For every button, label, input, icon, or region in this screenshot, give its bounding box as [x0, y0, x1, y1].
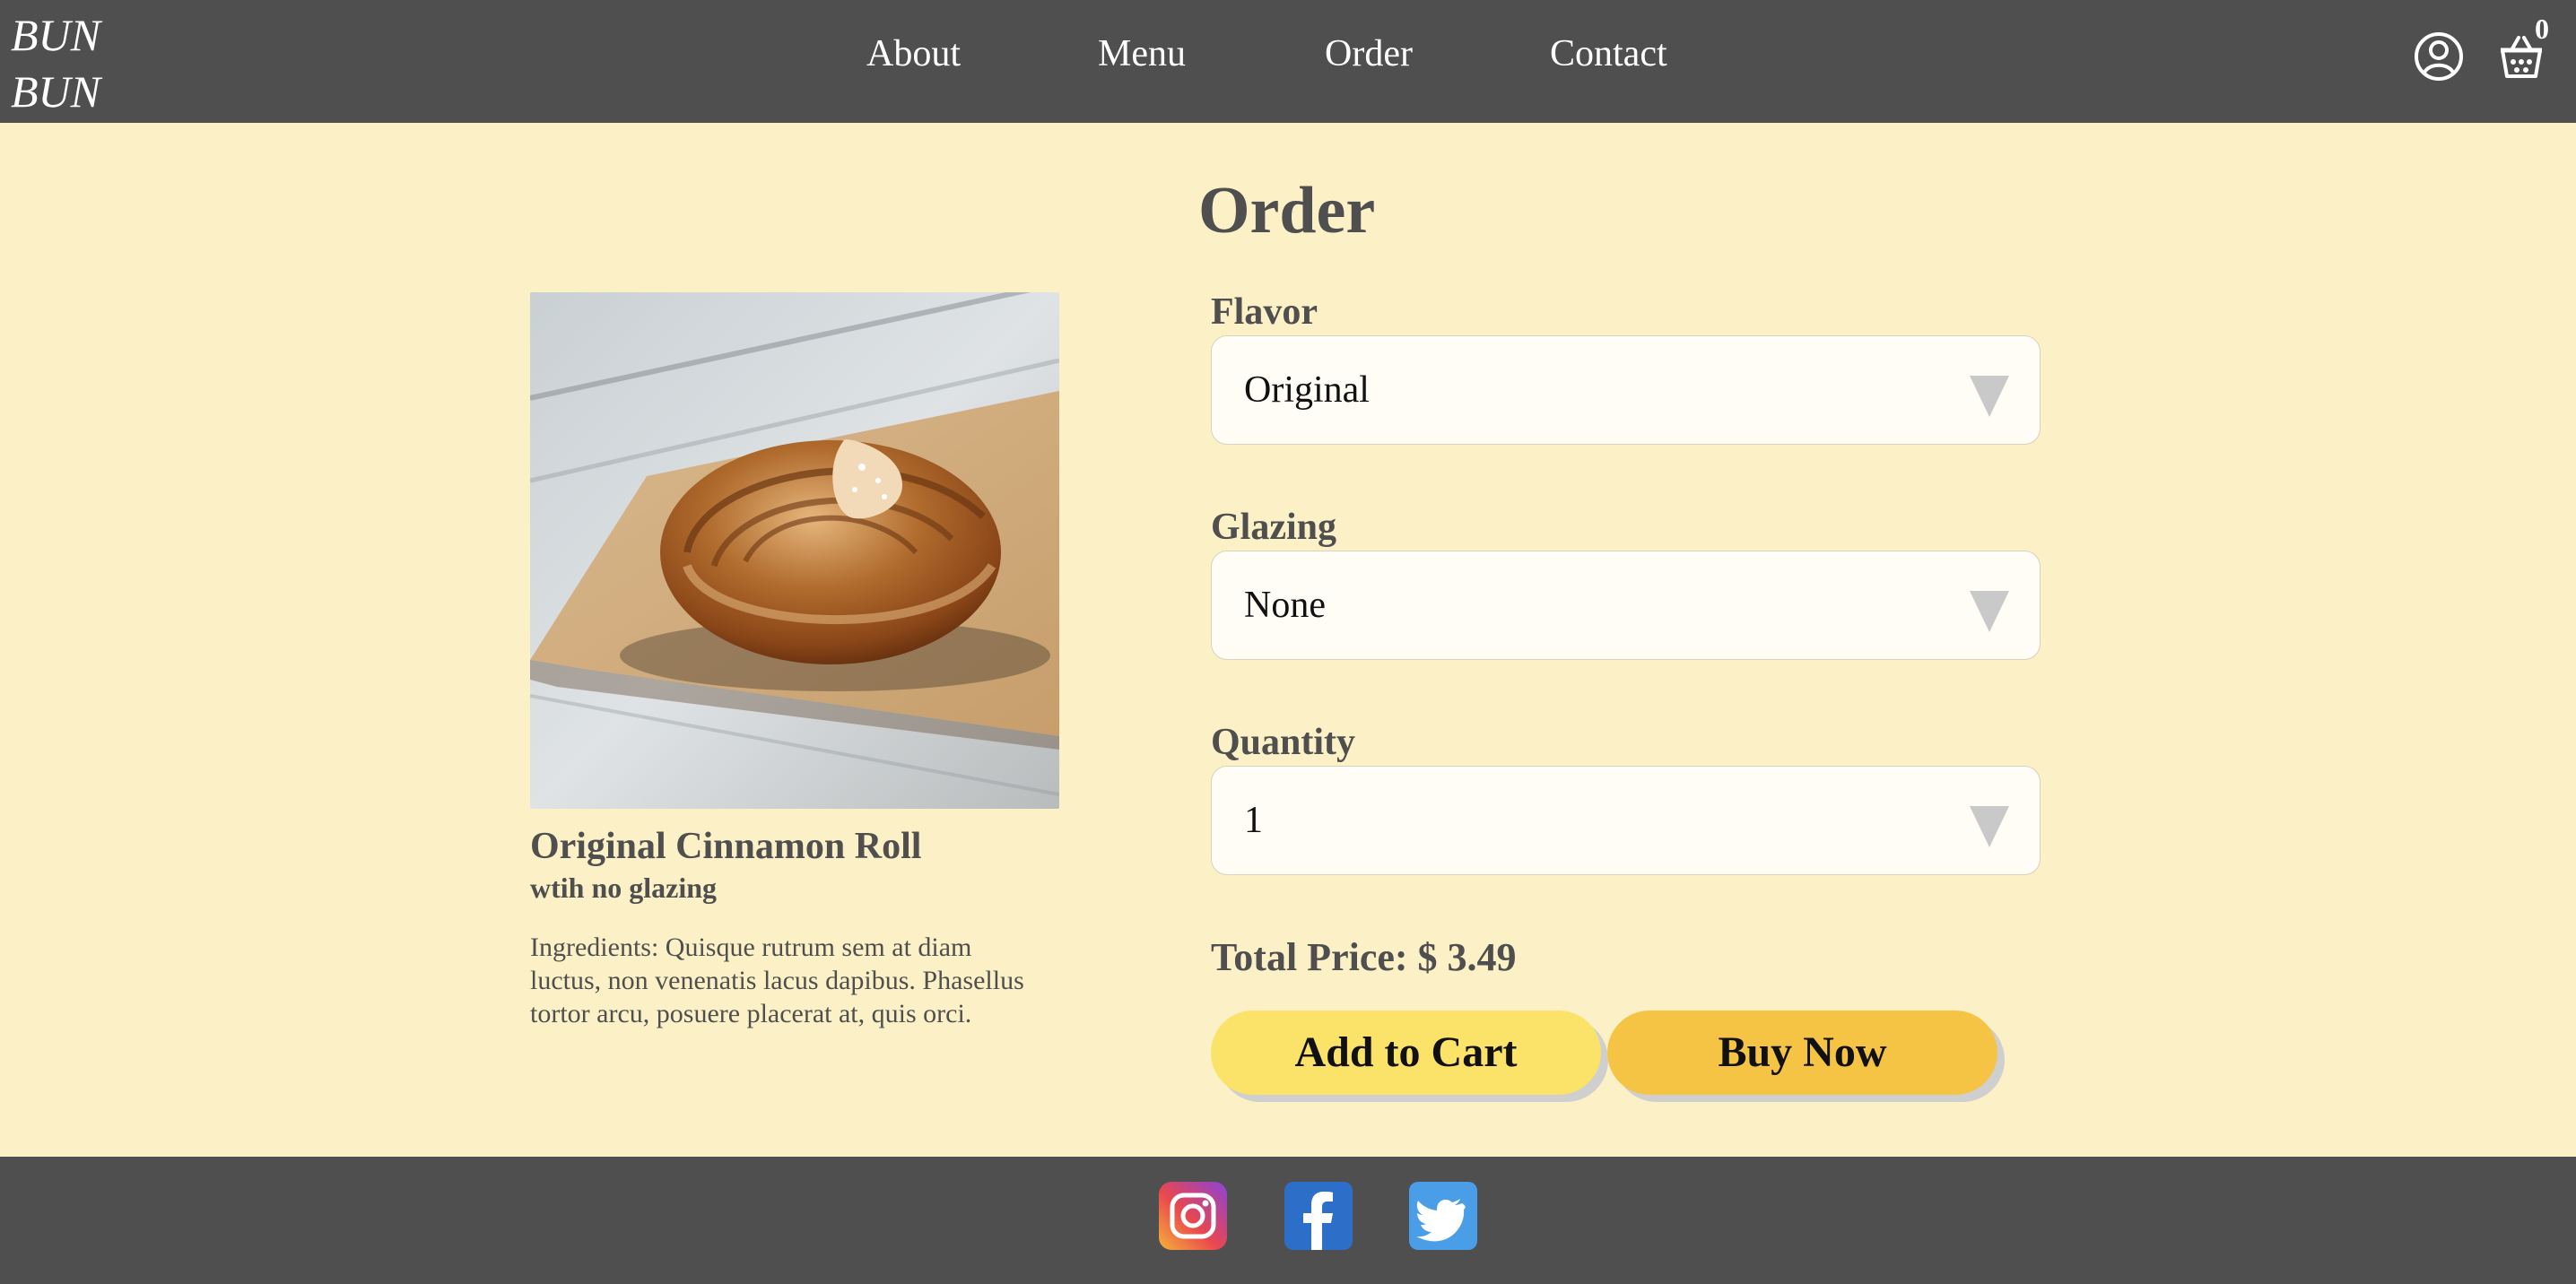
product-ingredients: Ingredients: Quisque rutrum sem at diam …	[530, 933, 1024, 1028]
flavor-label: Flavor	[1211, 291, 1318, 333]
nav-contact[interactable]: Contact	[1550, 29, 1667, 79]
chevron-down-icon	[1970, 376, 2009, 417]
add-to-cart-button[interactable]: Add to Cart	[1211, 1011, 1601, 1095]
twitter-icon[interactable]	[1409, 1182, 1477, 1250]
quantity-selected-value: 1	[1244, 800, 1263, 841]
quantity-label: Quantity	[1211, 722, 1356, 763]
quantity-select[interactable]: 1	[1211, 766, 2041, 875]
total-price: Total Price: $ 3.49	[1211, 935, 1517, 979]
brand-logo[interactable]: BUN BUN	[11, 7, 100, 120]
product-name: Original Cinnamon Roll	[530, 826, 922, 867]
product-image	[530, 292, 1059, 809]
logo-line-1: BUN	[11, 10, 100, 60]
nav-order[interactable]: Order	[1325, 29, 1413, 79]
flavor-selected-value: Original	[1244, 369, 1370, 411]
glazing-label: Glazing	[1211, 507, 1337, 548]
cart-count-badge: 0	[2535, 13, 2549, 45]
glazing-selected-value: None	[1244, 585, 1326, 626]
chevron-down-icon	[1970, 806, 2009, 847]
glazing-select[interactable]: None	[1211, 551, 2041, 660]
buy-now-button[interactable]: Buy Now	[1607, 1011, 1997, 1095]
chevron-down-icon	[1970, 591, 2009, 632]
logo-line-2: BUN	[11, 66, 100, 117]
product-glazing-subtitle: wtih no glazing	[530, 872, 718, 904]
nav-menu[interactable]: Menu	[1098, 29, 1186, 79]
account-icon[interactable]	[2413, 30, 2465, 82]
instagram-icon[interactable]	[1159, 1182, 1227, 1250]
page-title: Order	[1198, 174, 1376, 247]
facebook-icon[interactable]	[1284, 1182, 1353, 1250]
nav-about[interactable]: About	[866, 29, 961, 79]
top-navigation-bar: BUN BUN About Menu Order Contact 0	[0, 0, 2576, 123]
flavor-select[interactable]: Original	[1211, 335, 2041, 445]
